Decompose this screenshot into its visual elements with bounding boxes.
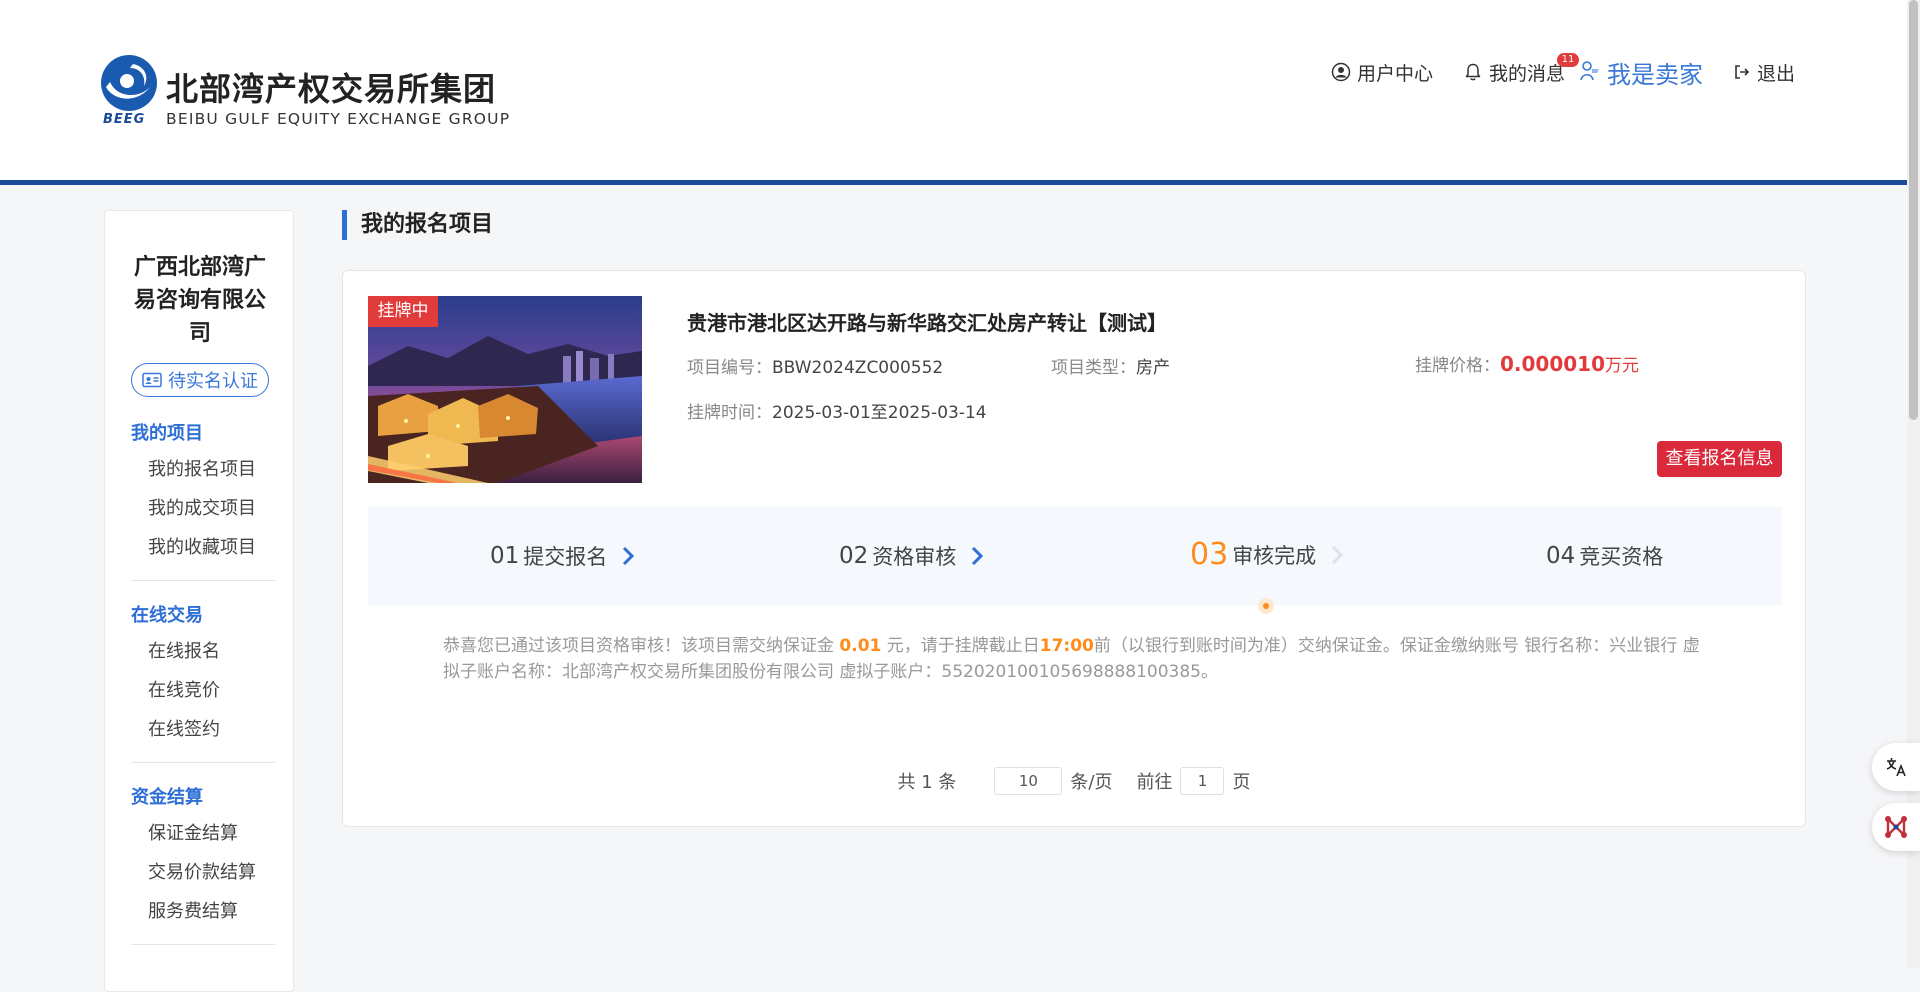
real-name-cert-button[interactable]: 待实名认证 (131, 363, 269, 397)
step-2: 02 资格审核 (839, 541, 984, 571)
progress-steps: 01 提交报名 02 资格审核 03 审核完成 04 竞买资格 (368, 507, 1782, 614)
nav-logout[interactable]: 退出 (1733, 59, 1795, 86)
page-jump-input[interactable]: 1 (1180, 767, 1225, 795)
menu-title-settlement: 资金结算 (131, 787, 203, 808)
view-signup-info-button[interactable]: 查看报名信息 (1657, 441, 1782, 477)
menu-section-my-projects: 我的项目 我的报名项目 我的成交项目 我的收藏项目 (131, 421, 275, 581)
step-1-num: 01 (490, 543, 520, 569)
project-code-label: 项目编号： (687, 358, 772, 378)
nav-user-center-label: 用户中心 (1356, 62, 1433, 85)
sidebar-item-online-bidding[interactable]: 在线竞价 (131, 678, 275, 717)
project-price-label: 挂牌价格： (1415, 356, 1500, 376)
step-2-num: 02 (839, 543, 869, 569)
nav-seller[interactable]: 我是卖家 (1579, 55, 1703, 90)
company-name: 广西北部湾广易咨询有限公司 (133, 255, 266, 346)
translate-button[interactable] (1872, 743, 1920, 791)
project-code-row: 项目编号：BBW2024ZC000552 (687, 353, 943, 378)
nav-user-center[interactable]: 用户中心 (1331, 59, 1433, 86)
chevron-right-icon (972, 546, 984, 566)
project-type-label: 项目类型： (1051, 358, 1136, 378)
seller-icon (1580, 61, 1599, 81)
sidebar-item-online-signup[interactable]: 在线报名 (131, 639, 275, 678)
chevron-right-icon (1332, 545, 1344, 564)
step-2-label: 资格审核 (872, 545, 957, 569)
project-card: 挂牌中 贵港市港北区达开路与新华路交汇处房产转让【测试】 项目编号：BBW202… (342, 270, 1806, 827)
project-type-row: 项目类型：房产 (1051, 353, 1170, 378)
step-4: 04 竞买资格 (1546, 541, 1663, 571)
scrollbar-thumb[interactable] (1909, 0, 1918, 420)
logo-name-cn: 北部湾产权交易所集团 (166, 70, 497, 108)
page-title: 我的报名项目 (342, 210, 493, 240)
sidebar-item-fee-settlement[interactable]: 服务费结算 (131, 899, 275, 938)
project-type: 房产 (1136, 358, 1170, 378)
pager-total: 共 1 条 (897, 772, 957, 793)
pager-per-page: 条/页 (1070, 772, 1113, 793)
network-icon (1885, 816, 1907, 838)
assistant-button[interactable] (1872, 803, 1920, 851)
project-price-unit: 万元 (1605, 356, 1640, 376)
nav-seller-label: 我是卖家 (1606, 60, 1703, 89)
step-1: 01 提交报名 (490, 541, 635, 571)
notice-text-1: 恭喜您已通过该项目资格审核！该项目需交纳保证金 (443, 636, 840, 656)
step-1-label: 提交报名 (523, 545, 608, 569)
notice-deadline: 17:00 (1039, 636, 1094, 656)
bell-icon (1465, 63, 1481, 81)
project-time-label: 挂牌时间： (687, 403, 772, 423)
id-card-icon (142, 372, 162, 388)
menu-title-online-trading: 在线交易 (131, 605, 203, 626)
site-header: BEEG 北部湾产权交易所集团 BEIBU GULF EQUITY EXCHAN… (0, 0, 1907, 185)
pager-page-unit: 页 (1232, 772, 1251, 793)
step-4-label: 竞买资格 (1579, 545, 1664, 569)
step-3-label: 审核完成 (1232, 543, 1317, 568)
deposit-notice: 恭喜您已通过该项目资格审核！该项目需交纳保证金 0.01 元，请于挂牌截止日17… (443, 633, 1703, 685)
nav-logout-label: 退出 (1756, 62, 1795, 85)
project-thumbnail[interactable]: 挂牌中 (368, 296, 642, 483)
active-step-indicator (1258, 598, 1274, 614)
logo-mark-icon (101, 55, 157, 111)
cert-label: 待实名认证 (168, 371, 258, 392)
step-4-num: 04 (1546, 543, 1576, 569)
project-price: 0.000010 (1500, 352, 1606, 376)
step-3-num: 03 (1190, 537, 1229, 572)
page-size-select[interactable]: 10 (994, 767, 1063, 795)
site-logo[interactable]: BEEG 北部湾产权交易所集团 BEIBU GULF EQUITY EXCHAN… (100, 54, 520, 134)
menu-section-online-trading: 在线交易 在线报名 在线竞价 在线签约 (131, 603, 275, 763)
project-time: 2025-03-01至2025-03-14 (772, 403, 987, 423)
sidebar-item-deposit-settlement[interactable]: 保证金结算 (131, 821, 275, 860)
sidebar: 广西北部湾广易咨询有限公司 待实名认证 我的项目 我的报名项目 我的成交项目 我… (104, 210, 294, 992)
sidebar-item-price-settlement[interactable]: 交易价款结算 (131, 860, 275, 899)
top-nav: 用户中心 我的消息 11 我是卖家 退出 (1301, 52, 1795, 90)
nav-messages-label: 我的消息 (1488, 62, 1565, 85)
menu-title-my-projects: 我的项目 (131, 423, 203, 444)
sidebar-item-my-deals[interactable]: 我的成交项目 (131, 496, 275, 535)
chevron-right-icon (623, 546, 635, 566)
pagination: 共 1 条 10 条/页 前往 1 页 (343, 767, 1805, 795)
messages-badge: 11 (1556, 52, 1579, 67)
menu-section-settlement: 资金结算 保证金结算 交易价款结算 服务费结算 (131, 785, 275, 945)
sidebar-item-online-signing[interactable]: 在线签约 (131, 717, 275, 756)
notice-amount: 0.01 (839, 636, 882, 656)
sidebar-item-my-signups[interactable]: 我的报名项目 (131, 457, 275, 496)
logo-abbr: BEEG (103, 112, 146, 127)
logout-icon (1735, 65, 1750, 79)
sidebar-item-my-favorites[interactable]: 我的收藏项目 (131, 535, 275, 574)
nav-messages[interactable]: 我的消息 11 (1463, 52, 1579, 86)
user-icon (1331, 62, 1351, 82)
status-badge: 挂牌中 (368, 296, 438, 327)
pager-goto: 前往 (1136, 772, 1173, 793)
translate-icon (1886, 758, 1906, 777)
project-price-row: 挂牌价格：0.000010万元 (1415, 351, 1639, 376)
project-time-row: 挂牌时间：2025-03-01至2025-03-14 (687, 398, 987, 423)
step-3: 03 审核完成 (1190, 537, 1344, 572)
sidebar-menu: 我的项目 我的报名项目 我的成交项目 我的收藏项目 在线交易 在线报名 在线竞价… (105, 421, 293, 967)
project-code: BBW2024ZC000552 (772, 358, 944, 378)
logo-name-en: BEIBU GULF EQUITY EXCHANGE GROUP (166, 110, 511, 128)
notice-text-2: 元，请于挂牌截止日 (881, 636, 1040, 656)
project-title[interactable]: 贵港市港北区达开路与新华路交汇处房产转让【测试】 (687, 307, 1167, 336)
